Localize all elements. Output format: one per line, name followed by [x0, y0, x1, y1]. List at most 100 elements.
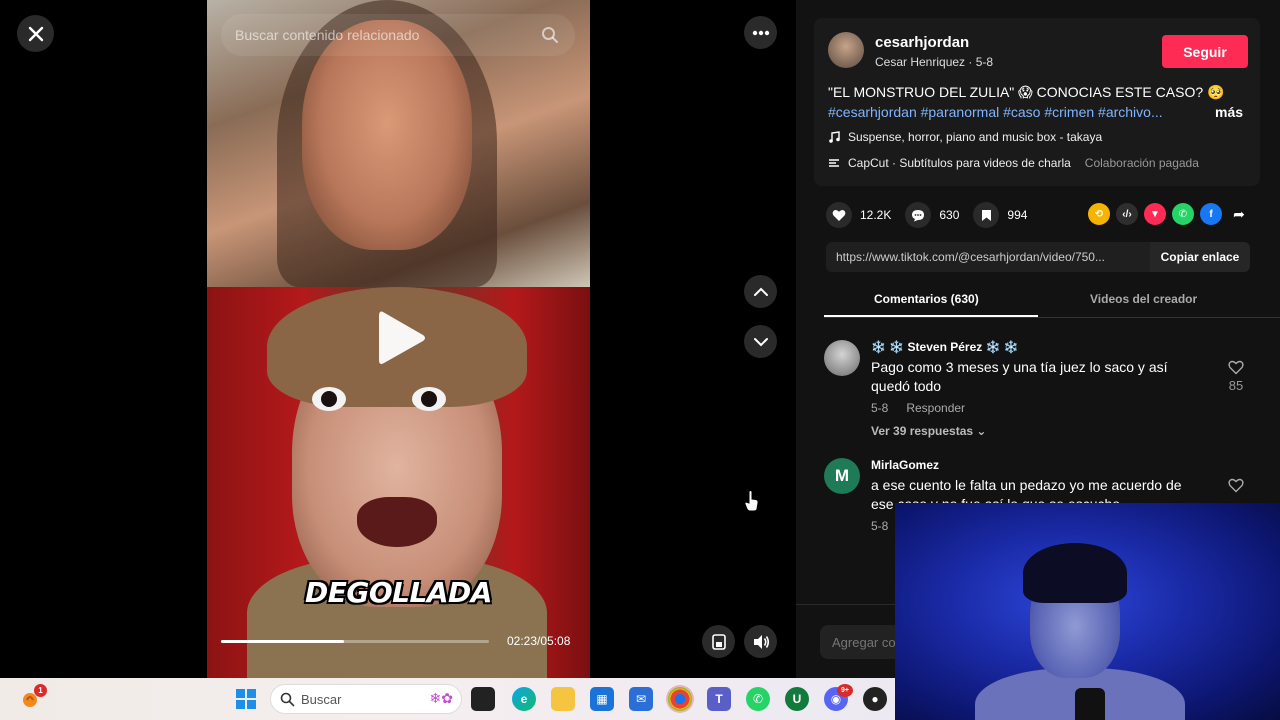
discord-icon[interactable]: ◉ 9+	[824, 684, 853, 711]
heart-icon	[832, 209, 846, 221]
active-tab-indicator	[824, 315, 1038, 317]
capcut-link[interactable]: CapCut · Subtítulos para videos de charl…	[828, 156, 1199, 170]
save-stat[interactable]: 994	[973, 202, 1027, 228]
play-icon[interactable]	[377, 308, 427, 368]
comment-meta: 5-8	[871, 519, 888, 533]
chevron-down-icon	[753, 337, 768, 346]
commenter-avatar[interactable]	[824, 340, 860, 376]
whatsapp-icon[interactable]: ✆	[1172, 203, 1194, 225]
send-icon[interactable]: ▼	[1144, 203, 1166, 225]
comment-meta: 5-8 Responder	[871, 401, 965, 415]
taskbar-search-placeholder: Buscar	[301, 691, 342, 707]
video-url[interactable]: https://www.tiktok.com/@cesarhjordan/vid…	[836, 250, 1136, 264]
chevron-up-icon	[753, 287, 768, 296]
commenter-name[interactable]: MirlaGomez	[871, 458, 939, 472]
whatsapp-icon[interactable]: ✆	[746, 687, 770, 711]
comment-date: 5-8	[871, 519, 889, 533]
follow-button[interactable]: Seguir	[1162, 35, 1248, 68]
volume-button[interactable]	[744, 625, 777, 658]
next-video-button[interactable]	[744, 325, 777, 358]
commenter-avatar[interactable]: M	[824, 458, 860, 494]
share-arrow-icon[interactable]: ➦	[1228, 203, 1250, 225]
comment-text: Pago como 3 meses y una tía juez lo saco…	[871, 359, 1168, 394]
bookmark-icon	[981, 209, 991, 221]
related-search-placeholder: Buscar contenido relacionado	[235, 27, 420, 43]
pip-icon	[711, 633, 726, 650]
avatar-letter: M	[834, 466, 850, 485]
windows-icon	[236, 689, 256, 709]
task-view-icon[interactable]	[471, 687, 495, 711]
more-link[interactable]: más	[1215, 104, 1243, 120]
weather-widget[interactable]: 1	[18, 684, 47, 711]
music-link[interactable]: Suspense, horror, piano and music box - …	[828, 130, 1102, 144]
search-highlight-icon: ❄✿	[429, 690, 453, 706]
video-player[interactable]: Buscar contenido relacionado DEGOLLADA 0…	[207, 0, 590, 678]
panel-tabs: Comentarios (630) Videos del creador	[824, 284, 1280, 318]
post-hashtags[interactable]: #cesarhjordan #paranormal #caso #crimen …	[828, 104, 1163, 120]
repost-icon[interactable]: ⟲	[1088, 203, 1110, 225]
heart-outline-icon	[1228, 360, 1244, 375]
video-time: 02:23/05:08	[507, 634, 571, 648]
chevron-down-icon: ⌄	[976, 424, 987, 438]
heart-outline-icon	[1228, 478, 1244, 493]
creator-avatar[interactable]	[828, 32, 864, 68]
facebook-icon[interactable]: f	[1200, 203, 1222, 225]
engagement-stats: 12.2K 630 994	[826, 202, 1027, 228]
floating-player-button[interactable]	[702, 625, 735, 658]
comment-date: 5-8	[871, 401, 889, 415]
comment-like-button[interactable]: 85	[1228, 360, 1244, 393]
search-icon	[280, 692, 295, 707]
app-icon[interactable]: ●	[863, 687, 887, 711]
search-icon[interactable]	[541, 26, 559, 44]
commenter-name[interactable]: ❄️ ❄️ Steven Pérez ❄️ ❄️	[871, 340, 1019, 354]
tab-comments[interactable]: Comentarios (630)	[874, 292, 979, 306]
webcam-overlay	[895, 503, 1280, 720]
creator-name-date: Cesar Henriquez · 5-8	[875, 55, 994, 69]
volume-icon	[753, 634, 769, 649]
comment-like-count: 85	[1228, 378, 1244, 393]
video-progress-fill	[221, 640, 345, 643]
related-search-input[interactable]: Buscar contenido relacionado	[221, 14, 575, 56]
capcut-label: CapCut · Subtítulos para videos de charl…	[848, 156, 1071, 170]
hand-cursor-icon	[744, 490, 759, 512]
comment-item: ❄️ ❄️ Steven Pérez ❄️ ❄️ Pago como 3 mes…	[824, 340, 1260, 440]
teams-icon[interactable]: T	[707, 687, 731, 711]
comment-like-button[interactable]	[1228, 478, 1244, 496]
mail-icon[interactable]: ✉	[629, 687, 653, 711]
taskbar-search[interactable]: Buscar ❄✿	[270, 684, 462, 714]
ellipsis-icon	[752, 30, 769, 35]
close-button[interactable]	[17, 15, 54, 52]
like-count: 12.2K	[860, 208, 892, 222]
upwork-icon[interactable]: U	[785, 687, 809, 711]
store-icon[interactable]: ▦	[590, 687, 614, 711]
view-replies-button[interactable]: Ver 39 respuestas ⌄	[871, 424, 986, 438]
start-button[interactable]	[234, 687, 258, 711]
copy-link-button[interactable]: Copiar enlace	[1150, 242, 1250, 272]
taskbar: 1 Buscar ❄✿ e ▦ ✉ T ✆ U ◉ 9+ ●	[0, 678, 895, 720]
screen: Buscar contenido relacionado DEGOLLADA 0…	[0, 0, 1280, 720]
save-count: 994	[1007, 208, 1028, 222]
edge-icon[interactable]: e	[512, 687, 536, 711]
like-stat[interactable]: 12.2K	[826, 202, 891, 228]
video-progress-bar[interactable]	[221, 640, 489, 643]
file-explorer-icon[interactable]	[551, 687, 575, 711]
capcut-icon	[829, 159, 839, 167]
previous-video-button[interactable]	[744, 275, 777, 308]
view-replies-label: Ver 39 respuestas	[871, 424, 974, 438]
reply-button[interactable]: Responder	[906, 401, 965, 415]
microphone	[1075, 688, 1105, 720]
music-title: Suspense, horror, piano and music box - …	[848, 130, 1103, 144]
post-description: "EL MONSTRUO DEL ZULIA" 😱 CONOCIAS ESTE …	[828, 84, 1225, 100]
comment-stat[interactable]: 630	[905, 202, 959, 228]
more-options-button[interactable]	[744, 16, 777, 49]
post-description-card: cesarhjordan Cesar Henriquez · 5-8 Segui…	[814, 18, 1260, 186]
chrome-icon[interactable]	[668, 687, 692, 711]
video-link-box: https://www.tiktok.com/@cesarhjordan/vid…	[826, 242, 1250, 272]
close-icon	[28, 26, 43, 41]
tab-creator-videos[interactable]: Videos del creador	[1090, 292, 1197, 306]
comment-icon	[912, 209, 925, 221]
creator-username[interactable]: cesarhjordan	[875, 34, 969, 51]
embed-icon[interactable]: ‹/›	[1116, 203, 1138, 225]
discord-badge: 9+	[837, 684, 853, 697]
video-caption: DEGOLLADA	[305, 576, 492, 609]
